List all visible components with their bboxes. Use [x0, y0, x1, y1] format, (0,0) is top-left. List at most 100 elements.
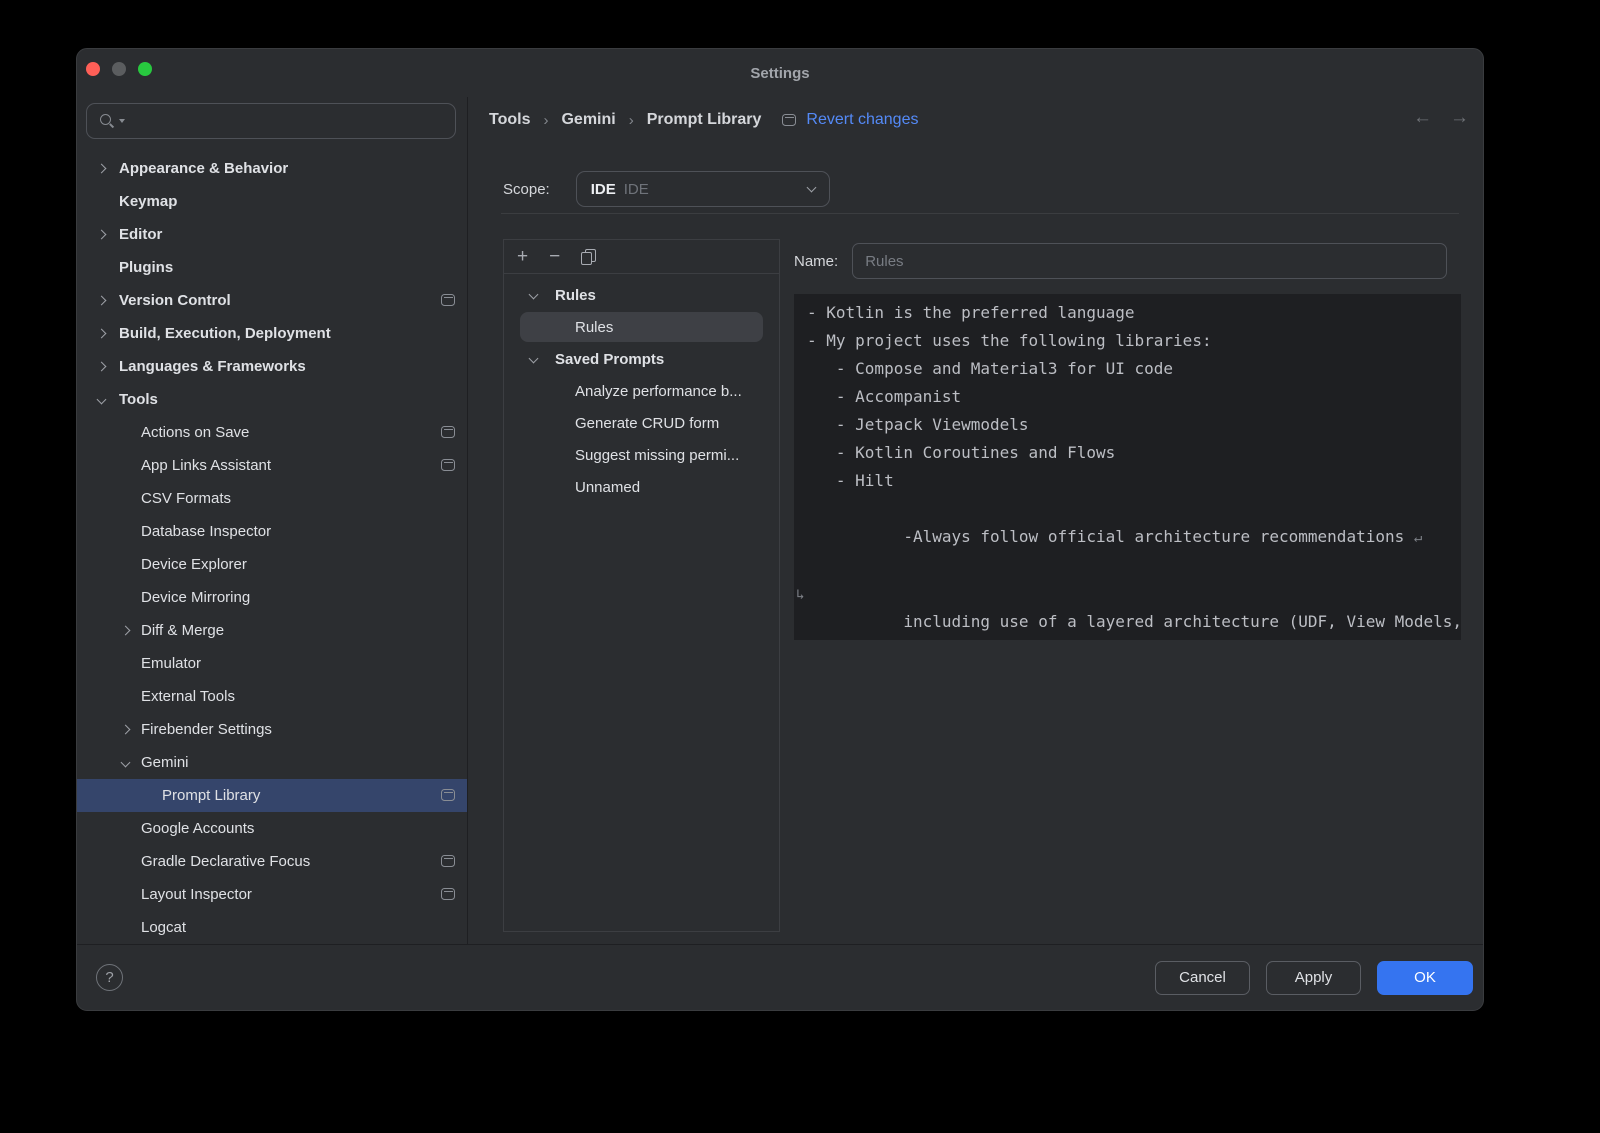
prompt-group-label: Rules — [555, 287, 596, 304]
chevron-right-icon[interactable] — [97, 362, 107, 372]
sidebar-item-editor[interactable]: Editor — [77, 218, 467, 251]
sidebar-item-tools[interactable]: Tools — [77, 383, 467, 416]
prompt-tree: Rules Rules Saved Prompts Analyze perfor… — [504, 279, 779, 503]
sidebar-item-emulator[interactable]: Emulator — [77, 647, 467, 680]
sidebar-item-label: Tools — [119, 391, 158, 408]
apply-button[interactable]: Apply — [1266, 961, 1361, 995]
sidebar-item-build-execution-deployment[interactable]: Build, Execution, Deployment — [77, 317, 467, 350]
chevron-right-icon[interactable] — [97, 329, 107, 339]
prompt-item-rules-selected[interactable]: Rules — [504, 311, 779, 343]
name-label: Name: — [794, 253, 838, 270]
breadcrumb-gemini[interactable]: Gemini — [561, 111, 615, 129]
settings-search-field[interactable] — [86, 103, 456, 139]
breadcrumb-separator: › — [629, 112, 634, 129]
titlebar[interactable]: Settings — [77, 49, 1483, 97]
chevron-right-icon[interactable] — [97, 164, 107, 174]
duplicate-prompt-button[interactable] — [581, 249, 594, 264]
ok-button[interactable]: OK — [1377, 961, 1473, 995]
remove-prompt-button[interactable]: − — [549, 247, 560, 266]
prompt-item-generate-crud-form[interactable]: Generate CRUD form — [504, 407, 779, 439]
revert-changes[interactable]: Revert changes — [782, 111, 918, 129]
sidebar-item-label: Keymap — [119, 193, 177, 210]
chevron-down-icon[interactable] — [529, 290, 539, 300]
chevron-down-icon[interactable] — [529, 354, 539, 364]
back-arrow-icon[interactable]: ← — [1413, 107, 1432, 129]
prompt-list-panel: + − Rules Rules Saved Prompts — [503, 239, 780, 932]
section-divider — [501, 213, 1459, 214]
sidebar-item-gemini[interactable]: Gemini — [77, 746, 467, 779]
sidebar-item-label: Firebender Settings — [141, 721, 272, 738]
sidebar-item-google-accounts[interactable]: Google Accounts — [77, 812, 467, 845]
dialog-buttons: Cancel Apply OK — [1155, 961, 1473, 995]
sidebar-item-actions-on-save[interactable]: Actions on Save — [77, 416, 467, 449]
help-button[interactable]: ? — [96, 964, 123, 991]
chevron-right-icon[interactable] — [97, 230, 107, 240]
scope-row: Scope: IDE IDE — [503, 171, 830, 207]
prompt-group-rules[interactable]: Rules — [504, 279, 779, 311]
sidebar-item-label: App Links Assistant — [141, 457, 271, 474]
scope-label: Scope: — [503, 181, 550, 198]
sidebar-item-external-tools[interactable]: External Tools — [77, 680, 467, 713]
sidebar-item-diff-merge[interactable]: Diff & Merge — [77, 614, 467, 647]
editor-line: - Jetpack Viewmodels — [807, 411, 1461, 439]
search-history-caret-icon[interactable] — [119, 119, 125, 123]
editor-line: -Always follow official architecture rec… — [807, 495, 1461, 580]
scope-value: IDE — [591, 181, 616, 198]
sidebar-item-firebender-settings[interactable]: Firebender Settings — [77, 713, 467, 746]
name-input[interactable] — [852, 243, 1447, 279]
editor-line: - Accompanist — [807, 383, 1461, 411]
question-mark-icon: ? — [105, 969, 113, 986]
sidebar-item-database-inspector[interactable]: Database Inspector — [77, 515, 467, 548]
editor-line: - Kotlin Coroutines and Flows — [807, 439, 1461, 467]
sidebar-item-languages-frameworks[interactable]: Languages & Frameworks — [77, 350, 467, 383]
settings-content: Tools › Gemini › Prompt Library Revert c… — [468, 97, 1483, 944]
prompt-item-analyze-performance[interactable]: Analyze performance b... — [504, 375, 779, 407]
search-input[interactable] — [128, 104, 455, 138]
modified-settings-icon — [441, 459, 455, 471]
prompt-list-toolbar: + − — [504, 240, 779, 274]
prompt-group-saved-prompts[interactable]: Saved Prompts — [504, 343, 779, 375]
cancel-button[interactable]: Cancel — [1155, 961, 1250, 995]
sidebar-item-logcat[interactable]: Logcat — [77, 911, 467, 944]
dialog-footer: ? Cancel Apply OK — [77, 944, 1483, 1010]
prompt-text-editor[interactable]: - Kotlin is the preferred language - My … — [794, 294, 1461, 640]
sidebar-item-plugins[interactable]: Plugins — [77, 251, 467, 284]
prompt-item-label: Analyze performance b... — [575, 383, 742, 400]
sidebar-item-app-links-assistant[interactable]: App Links Assistant — [77, 449, 467, 482]
sidebar-item-csv-formats[interactable]: CSV Formats — [77, 482, 467, 515]
settings-window: Settings Appearance & Behavior Keymap E — [76, 48, 1484, 1011]
sidebar-item-label: Plugins — [119, 259, 173, 276]
chevron-down-icon[interactable] — [97, 395, 107, 405]
prompt-item-label: Unnamed — [575, 479, 640, 496]
prompt-item-suggest-missing-permissions[interactable]: Suggest missing permi... — [504, 439, 779, 471]
sidebar-item-appearance-behavior[interactable]: Appearance & Behavior — [77, 152, 467, 185]
modified-settings-icon — [782, 114, 796, 126]
sidebar-item-version-control[interactable]: Version Control — [77, 284, 467, 317]
modified-settings-icon — [441, 789, 455, 801]
sidebar-item-label: External Tools — [141, 688, 235, 705]
chevron-right-icon[interactable] — [121, 626, 131, 636]
breadcrumb-tools[interactable]: Tools — [489, 111, 530, 129]
chevron-right-icon[interactable] — [121, 725, 131, 735]
add-prompt-button[interactable]: + — [517, 247, 528, 266]
chevron-right-icon[interactable] — [97, 296, 107, 306]
forward-arrow-icon[interactable]: → — [1450, 107, 1469, 129]
scope-dropdown[interactable]: IDE IDE — [576, 171, 830, 207]
revert-changes-link[interactable]: Revert changes — [806, 111, 918, 129]
editor-line: - Hilt — [807, 467, 1461, 495]
sidebar-item-label: Logcat — [141, 919, 186, 936]
sidebar-item-device-mirroring[interactable]: Device Mirroring — [77, 581, 467, 614]
prompt-item-unnamed[interactable]: Unnamed — [504, 471, 779, 503]
prompt-item-label: Suggest missing permi... — [575, 447, 739, 464]
chevron-down-icon[interactable] — [121, 758, 131, 768]
sidebar-item-prompt-library[interactable]: Prompt Library — [77, 779, 467, 812]
sidebar-item-label: Database Inspector — [141, 523, 271, 540]
breadcrumb: Tools › Gemini › Prompt Library Revert c… — [489, 105, 918, 135]
sidebar-item-label: Prompt Library — [162, 787, 260, 804]
sidebar-item-gradle-declarative-focus[interactable]: Gradle Declarative Focus — [77, 845, 467, 878]
breadcrumb-separator: › — [543, 112, 548, 129]
sidebar-item-keymap[interactable]: Keymap — [77, 185, 467, 218]
editor-line: ↳including use of a layered architecture… — [807, 580, 1461, 640]
sidebar-item-layout-inspector[interactable]: Layout Inspector — [77, 878, 467, 911]
sidebar-item-device-explorer[interactable]: Device Explorer — [77, 548, 467, 581]
